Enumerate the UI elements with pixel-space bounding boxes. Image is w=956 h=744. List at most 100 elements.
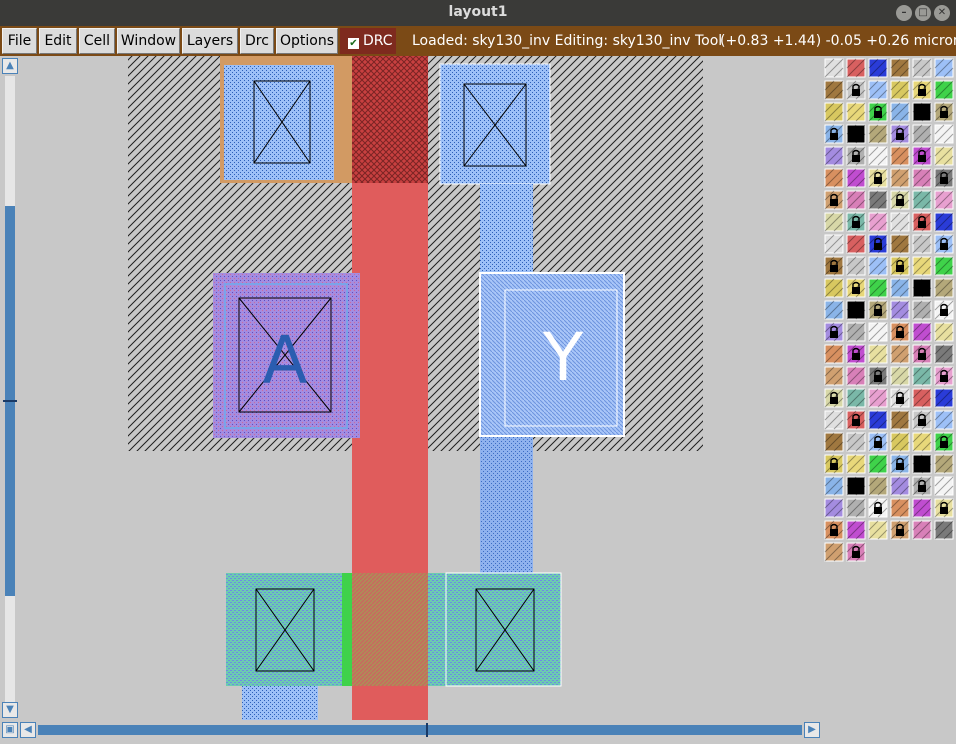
close-icon[interactable]: ✕ <box>934 5 950 21</box>
layer-swatch[interactable] <box>934 80 954 100</box>
vertical-scrollbar[interactable]: ▲ ▼ <box>0 56 20 720</box>
layer-swatch[interactable] <box>846 454 866 474</box>
layer-swatch[interactable] <box>934 190 954 210</box>
layer-swatch[interactable] <box>890 410 910 430</box>
layer-swatch[interactable] <box>824 322 844 342</box>
scroll-down-icon[interactable]: ▼ <box>2 702 18 718</box>
layer-swatch[interactable] <box>824 234 844 254</box>
layer-swatch[interactable] <box>824 168 844 188</box>
layer-swatch[interactable] <box>868 476 888 496</box>
menu-drc[interactable]: Drc <box>240 28 274 54</box>
layer-swatch[interactable] <box>890 234 910 254</box>
layer-swatch[interactable] <box>824 432 844 452</box>
maximize-icon[interactable]: □ <box>915 5 931 21</box>
layer-swatch[interactable] <box>868 58 888 78</box>
menu-cell[interactable]: Cell <box>79 28 115 54</box>
layer-swatch[interactable] <box>912 278 932 298</box>
layer-swatch[interactable] <box>890 366 910 386</box>
layer-swatch[interactable] <box>934 432 954 452</box>
layer-swatch[interactable] <box>846 344 866 364</box>
layer-swatch[interactable] <box>934 234 954 254</box>
horizontal-scroll-thumb[interactable] <box>38 725 802 735</box>
layer-swatch[interactable] <box>846 432 866 452</box>
layer-swatch[interactable] <box>912 80 932 100</box>
layer-swatch[interactable] <box>824 278 844 298</box>
layout-drawing[interactable]: A Y <box>20 56 822 720</box>
layer-swatch[interactable] <box>846 278 866 298</box>
layer-swatch[interactable] <box>868 102 888 122</box>
layer-swatch[interactable] <box>846 102 866 122</box>
layer-swatch[interactable] <box>890 388 910 408</box>
layer-palette-grid[interactable] <box>822 56 956 740</box>
layer-swatch[interactable] <box>934 476 954 496</box>
layer-swatch[interactable] <box>824 410 844 430</box>
layer-swatch[interactable] <box>890 168 910 188</box>
layer-swatch[interactable] <box>846 366 866 386</box>
menu-window[interactable]: Window <box>117 28 180 54</box>
layer-swatch[interactable] <box>846 190 866 210</box>
layer-swatch[interactable] <box>912 520 932 540</box>
layer-swatch[interactable] <box>890 498 910 518</box>
layer-swatch[interactable] <box>868 168 888 188</box>
layer-swatch[interactable] <box>890 520 910 540</box>
layer-swatch[interactable] <box>890 432 910 452</box>
layer-swatch[interactable] <box>868 146 888 166</box>
layer-swatch[interactable] <box>868 300 888 320</box>
layer-swatch[interactable] <box>824 454 844 474</box>
layer-swatch[interactable] <box>890 344 910 364</box>
layer-swatch[interactable] <box>824 520 844 540</box>
layer-swatch[interactable] <box>912 322 932 342</box>
layer-swatch[interactable] <box>868 80 888 100</box>
layer-swatch[interactable] <box>846 498 866 518</box>
layer-swatch[interactable] <box>890 278 910 298</box>
layer-swatch[interactable] <box>846 520 866 540</box>
layer-swatch[interactable] <box>868 498 888 518</box>
layer-swatch[interactable] <box>846 476 866 496</box>
layer-swatch[interactable] <box>846 234 866 254</box>
layer-swatch[interactable] <box>934 58 954 78</box>
layer-swatch[interactable] <box>868 454 888 474</box>
layer-swatch[interactable] <box>868 344 888 364</box>
layer-swatch[interactable] <box>890 454 910 474</box>
layer-swatch[interactable] <box>824 498 844 518</box>
menu-options[interactable]: Options <box>276 28 338 54</box>
scroll-left-icon[interactable]: ◀ <box>20 722 36 738</box>
layer-swatch[interactable] <box>890 124 910 144</box>
output-pin-label[interactable]: Y <box>542 319 584 396</box>
layer-swatch[interactable] <box>934 344 954 364</box>
layer-swatch[interactable] <box>934 322 954 342</box>
layer-swatch[interactable] <box>868 124 888 144</box>
layer-swatch[interactable] <box>890 190 910 210</box>
layer-swatch[interactable] <box>890 80 910 100</box>
layer-swatch[interactable] <box>846 58 866 78</box>
layer-swatch[interactable] <box>868 322 888 342</box>
layer-swatch[interactable] <box>934 366 954 386</box>
layer-swatch[interactable] <box>912 476 932 496</box>
scroll-right-icon[interactable]: ▶ <box>804 722 820 738</box>
layer-swatch[interactable] <box>890 212 910 232</box>
layer-swatch[interactable] <box>824 256 844 276</box>
layer-swatch[interactable] <box>824 190 844 210</box>
layer-swatch[interactable] <box>934 256 954 276</box>
input-pin-label[interactable]: A <box>262 322 307 399</box>
layer-swatch[interactable] <box>890 300 910 320</box>
layer-swatch[interactable] <box>868 410 888 430</box>
layer-swatch[interactable] <box>846 542 866 562</box>
metal1-pad-bottom-right[interactable] <box>445 572 562 687</box>
layer-swatch[interactable] <box>912 58 932 78</box>
layer-swatch[interactable] <box>934 102 954 122</box>
layer-swatch[interactable] <box>846 168 866 188</box>
layer-swatch[interactable] <box>912 300 932 320</box>
layer-swatch[interactable] <box>934 168 954 188</box>
menu-file[interactable]: File <box>2 28 37 54</box>
layer-swatch[interactable] <box>868 212 888 232</box>
layer-swatch[interactable] <box>912 498 932 518</box>
layer-swatch[interactable] <box>868 520 888 540</box>
layer-swatch[interactable] <box>912 168 932 188</box>
menu-edit[interactable]: Edit <box>39 28 77 54</box>
layer-swatch[interactable] <box>868 388 888 408</box>
layer-swatch[interactable] <box>934 498 954 518</box>
layer-swatch[interactable] <box>824 476 844 496</box>
layer-swatch[interactable] <box>890 102 910 122</box>
layer-swatch[interactable] <box>868 432 888 452</box>
